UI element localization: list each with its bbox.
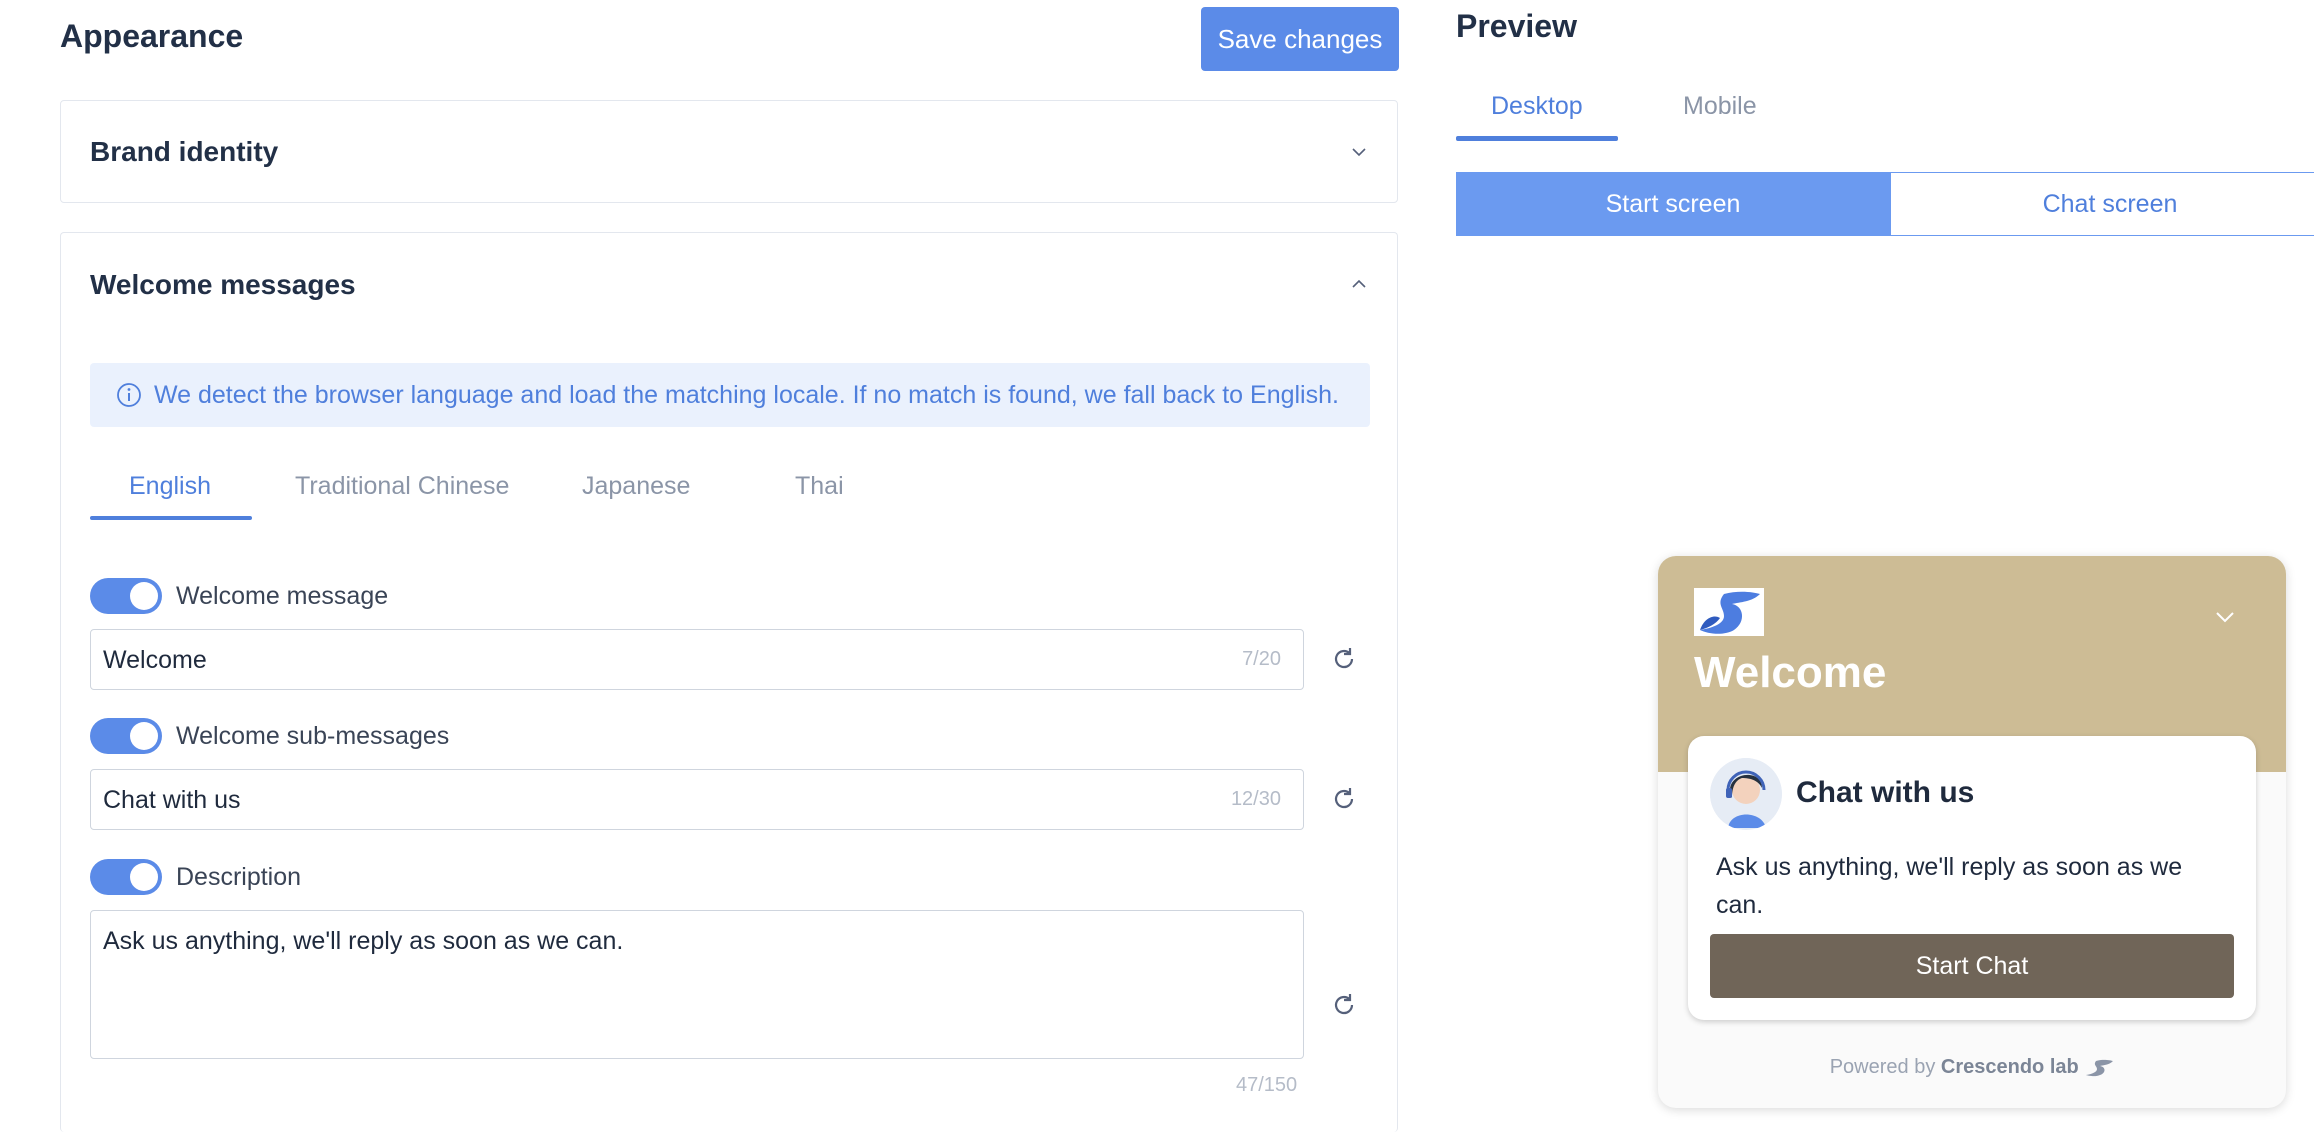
welcome-message-input[interactable]: Welcome 7/20	[90, 629, 1304, 690]
active-tab-indicator	[90, 516, 252, 520]
welcome-messages-title: Welcome messages	[90, 269, 356, 300]
save-changes-button[interactable]: Save changes	[1201, 7, 1399, 71]
powered-by-label: Powered by	[1829, 1056, 1936, 1078]
welcome-message-counter: 7/20	[1242, 648, 1281, 670]
sub-messages-input[interactable]: Chat with us 12/30	[90, 769, 1304, 830]
reset-icon[interactable]	[1330, 785, 1358, 813]
language-tabs: English Traditional Chinese Japanese Tha…	[90, 462, 890, 522]
brand-logo-icon	[1694, 588, 1764, 636]
reset-icon[interactable]	[1330, 991, 1358, 1019]
locale-info-banner: We detect the browser language and load …	[90, 363, 1370, 427]
agent-avatar-icon	[1710, 758, 1782, 830]
chat-widget-preview: Welcome Chat with us Ask us anything, we…	[1658, 556, 2286, 1108]
reset-icon[interactable]	[1330, 645, 1358, 673]
locale-info-text: We detect the browser language and load …	[154, 380, 1339, 409]
welcome-message-toggle[interactable]	[90, 578, 162, 614]
sub-messages-counter: 12/30	[1230, 788, 1281, 810]
start-screen-button[interactable]: Start screen	[1456, 172, 1890, 236]
description-counter: 47/150	[1236, 1074, 1298, 1096]
description-label: Description	[176, 863, 302, 891]
info-icon	[117, 383, 141, 407]
chat-screen-button[interactable]: Chat screen	[1890, 172, 2314, 236]
widget-card-title: Chat with us	[1796, 776, 1975, 809]
sub-messages-toggle[interactable]	[90, 718, 162, 754]
crescendo-logo-icon	[2086, 1059, 2114, 1076]
sub-messages-label: Welcome sub-messages	[176, 722, 450, 750]
collapse-chevron-icon[interactable]	[2214, 606, 2236, 628]
tab-english[interactable]: English	[129, 472, 211, 501]
preview-title: Preview	[1456, 8, 1577, 44]
description-value: Ask us anything, we'll reply as soon as …	[103, 927, 624, 955]
widget-title: Welcome	[1694, 648, 1887, 697]
chevron-up-icon[interactable]	[1351, 276, 1367, 292]
tab-traditional-chinese[interactable]: Traditional Chinese	[295, 472, 509, 501]
brand-identity-title: Brand identity	[90, 136, 279, 167]
active-device-indicator	[1456, 136, 1618, 141]
powered-by-brand: Crescendo lab	[1940, 1056, 2079, 1078]
tab-thai[interactable]: Thai	[795, 472, 844, 501]
widget-card-description: Ask us anything, we'll reply as soon as …	[1716, 853, 2183, 919]
tab-japanese[interactable]: Japanese	[582, 472, 690, 501]
tab-mobile[interactable]: Mobile	[1683, 92, 1757, 121]
welcome-message-label: Welcome message	[176, 582, 389, 610]
widget-welcome-card: Chat with us Ask us anything, we'll repl…	[1688, 736, 2256, 1020]
chevron-down-icon[interactable]	[1351, 144, 1367, 160]
welcome-message-value: Welcome	[103, 646, 207, 674]
description-toggle[interactable]	[90, 859, 162, 895]
tab-desktop[interactable]: Desktop	[1491, 92, 1583, 121]
description-textarea[interactable]: Ask us anything, we'll reply as soon as …	[90, 910, 1304, 1059]
page-title: Appearance	[60, 18, 244, 54]
sub-messages-value: Chat with us	[103, 786, 241, 814]
brand-identity-section[interactable]: Brand identity	[60, 100, 1398, 203]
appearance-panel: Appearance Save changes Brand identity W…	[0, 0, 1420, 1132]
widget-footer: Powered by Crescendo lab	[1658, 1056, 2286, 1108]
start-chat-button[interactable]: Start Chat	[1710, 934, 2234, 998]
